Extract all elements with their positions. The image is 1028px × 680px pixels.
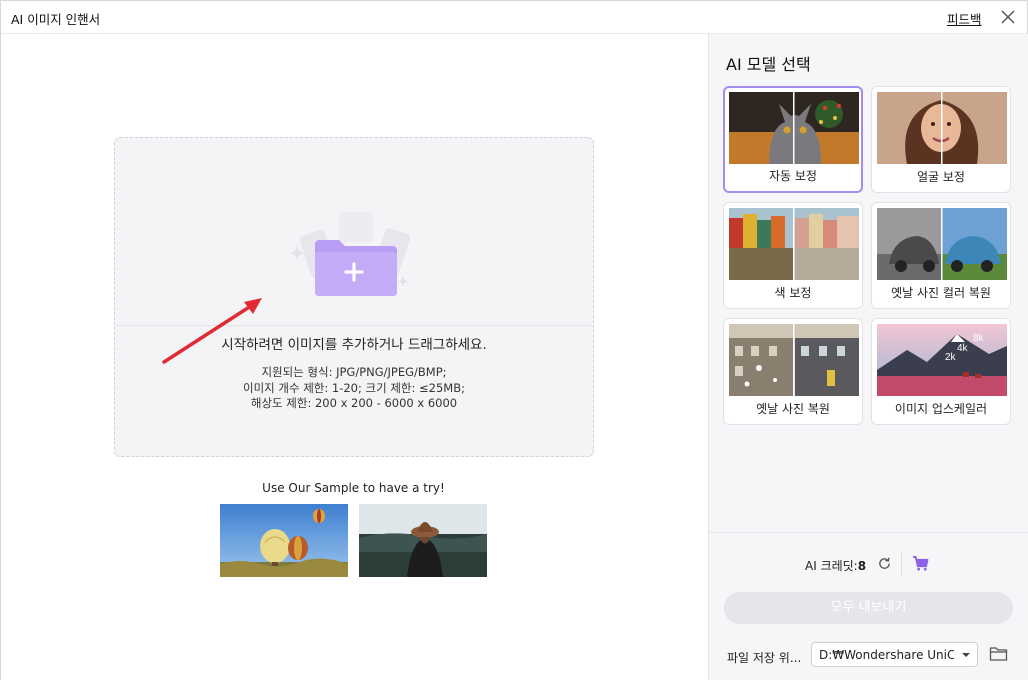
model-card-old-photo-colorize[interactable]: 옛날 사진 컬러 복원 (871, 202, 1011, 309)
chevron-down-icon (962, 653, 970, 657)
export-all-button[interactable]: 모두 내보내기 (724, 592, 1013, 624)
window-title: AI 이미지 인핸서 (11, 12, 101, 27)
upscale-mark-2k: 2k (945, 352, 957, 363)
refresh-icon[interactable] (877, 556, 892, 571)
panel-title: AI 모델 선택 (726, 55, 811, 74)
model-thumbnail-cat (729, 92, 859, 164)
model-label: 옛날 사진 복원 (756, 402, 830, 416)
model-thumbnail-street (729, 324, 859, 396)
credit-label: AI 크레딧: (805, 559, 858, 573)
save-path-select[interactable]: D:₩Wondershare UniConverter (811, 642, 978, 667)
credit-divider (901, 552, 902, 576)
model-thumbnail-face (877, 92, 1007, 164)
save-location-label: 파일 저장 위... (727, 651, 802, 665)
add-folder-icon (290, 212, 411, 296)
resolution-limits: 해상도 제한: 200 x 200 - 6000 x 6000 (250, 396, 458, 410)
sample-image-balloons[interactable] (220, 504, 348, 577)
upload-requirements: 지원되는 형식: JPG/PNG/JPEG/BMP; 이미지 개수 제한: 1-… (115, 365, 593, 412)
model-card-old-photo-restore[interactable]: 옛날 사진 복원 (723, 318, 863, 425)
model-panel: AI 모델 선택 자동 보정 얼굴 보정 색 보정 옛날 사진 컬러 복원 옛날… (708, 34, 1028, 680)
workspace: 시작하려면 이미지를 추가하거나 드래그하세요. 지원되는 형식: JPG/PN… (1, 34, 708, 680)
upload-dropzone[interactable]: 시작하려면 이미지를 추가하거나 드래그하세요. 지원되는 형식: JPG/PN… (114, 137, 594, 457)
close-icon[interactable] (999, 8, 1017, 26)
model-thumbnail-car (877, 208, 1007, 280)
model-label: 옛날 사진 컬러 복원 (891, 286, 991, 300)
model-card-upscaler[interactable]: 8k 4k 2k 이미지 업스케일러 (871, 318, 1011, 425)
ai-credit: AI 크레딧:8 (805, 557, 866, 574)
model-label: 이미지 업스케일러 (894, 402, 988, 416)
supported-formats: 지원되는 형식: JPG/PNG/JPEG/BMP; (261, 365, 447, 379)
credit-value: 8 (857, 559, 867, 573)
folder-icon[interactable] (989, 645, 1008, 662)
model-label: 얼굴 보정 (917, 170, 965, 184)
app-window: AI 이미지 인핸서 피드백 시작하려면 이미지를 추가하거나 드래그하세요. … (0, 0, 1028, 680)
model-thumbnail-houses (729, 208, 859, 280)
title-bar: AI 이미지 인핸서 피드백 (1, 1, 1027, 34)
save-path-value: D:₩Wondershare UniConverter (819, 648, 954, 662)
model-label: 색 보정 (774, 286, 812, 300)
size-limits: 이미지 개수 제한: 1-20; 크기 제한: ≤25MB; (243, 380, 465, 395)
upload-instruction: 시작하려면 이미지를 추가하거나 드래그하세요. (221, 337, 487, 353)
model-card-face-enhance[interactable]: 얼굴 보정 (871, 86, 1011, 193)
model-label: 자동 보정 (769, 169, 817, 183)
cart-icon[interactable] (912, 555, 929, 572)
model-card-color-enhance[interactable]: 색 보정 (723, 202, 863, 309)
upscale-mark-8k: 8k (973, 333, 985, 344)
sample-image-woman[interactable] (359, 504, 487, 577)
dropzone-divider (115, 325, 593, 326)
upscale-mark-4k: 4k (957, 343, 969, 354)
model-thumbnail-mountains: 8k 4k 2k (877, 324, 1007, 396)
feedback-link[interactable]: 피드백 (947, 9, 982, 28)
sample-title: Use Our Sample to have a try! (262, 481, 445, 495)
panel-divider (709, 532, 1028, 533)
model-card-auto-enhance[interactable]: 자동 보정 (723, 86, 863, 193)
